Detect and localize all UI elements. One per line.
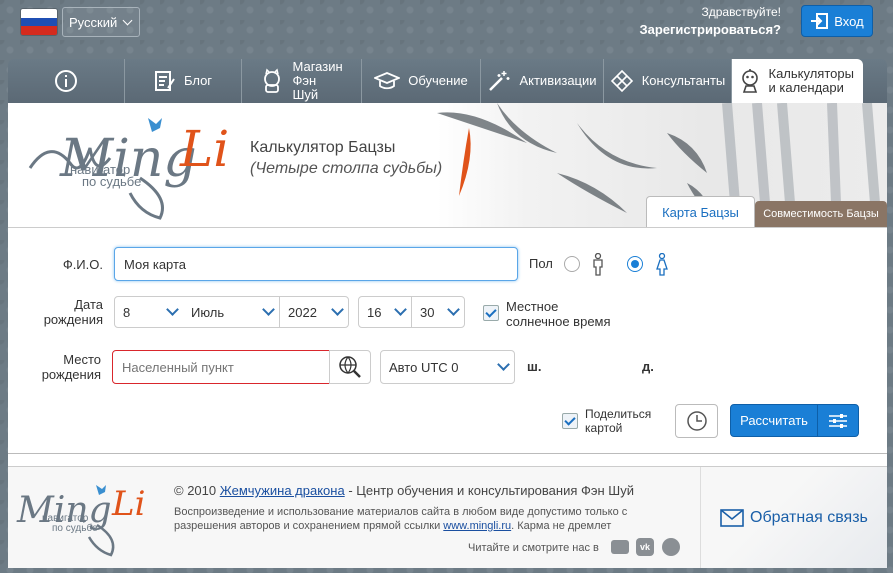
chevron-down-icon bbox=[394, 303, 407, 316]
nav-item-activations[interactable]: Активизации bbox=[481, 59, 604, 103]
language-switcher[interactable]: Русский bbox=[20, 7, 140, 37]
greeting: Здравствуйте! Зарегистрироваться? bbox=[639, 5, 781, 37]
svg-text:Li: Li bbox=[179, 120, 229, 178]
calculate-button[interactable]: Рассчитать bbox=[730, 404, 859, 437]
timezone-select[interactable]: Авто UTC 0 bbox=[380, 350, 515, 384]
youtube-icon[interactable] bbox=[611, 540, 629, 554]
page-subtitle: (Четыре столпа судьбы) bbox=[250, 160, 443, 177]
mingli-logo[interactable]: Ming Li навигатор по судьбе bbox=[20, 108, 240, 220]
nav-label-consultants: Консультанты bbox=[641, 73, 726, 88]
birth-place-input[interactable] bbox=[112, 350, 330, 384]
chevron-down-icon bbox=[447, 303, 460, 316]
login-label: Вход bbox=[834, 13, 864, 29]
nav-item-education[interactable]: Обучение bbox=[362, 59, 481, 103]
hour-select[interactable]: 16 bbox=[358, 296, 412, 328]
minute-select[interactable]: 30 bbox=[411, 296, 465, 328]
chevron-down-icon bbox=[122, 15, 133, 25]
brush-stroke-icon bbox=[459, 128, 471, 196]
footer-logo[interactable]: Ming Li навигатор по судьбе bbox=[12, 477, 162, 557]
graduation-cap-icon bbox=[374, 72, 401, 90]
nav-item-shop[interactable]: Магазин Фэн Шуй bbox=[242, 59, 362, 103]
language-select[interactable]: Русский bbox=[62, 7, 140, 37]
vk-icon[interactable]: vk bbox=[636, 538, 654, 556]
envelope-icon bbox=[720, 509, 744, 527]
nav-label-education: Обучение bbox=[408, 73, 468, 88]
magic-wand-icon bbox=[489, 71, 510, 91]
month-value: Июль bbox=[191, 304, 225, 320]
nav-item-calculators[interactable]: Калькуляторы и календари bbox=[732, 59, 863, 103]
gender-label: Пол bbox=[529, 256, 553, 271]
settings-sliders-icon[interactable] bbox=[828, 413, 848, 429]
calculate-label: Рассчитать bbox=[740, 413, 808, 428]
knot-icon bbox=[610, 69, 633, 93]
day-value: 8 bbox=[123, 304, 131, 320]
gender-male-radio[interactable] bbox=[564, 256, 580, 272]
tab-bazi-chart[interactable]: Карта Бацзы bbox=[646, 196, 755, 227]
chevron-down-icon bbox=[497, 358, 510, 371]
nav-item-info[interactable] bbox=[8, 59, 125, 103]
footer-notice: Воспроизведение и использование материал… bbox=[174, 505, 654, 533]
copyright: © 2010 bbox=[174, 483, 217, 498]
info-icon bbox=[55, 70, 77, 92]
solar-time-label: Местное солнечное время bbox=[506, 299, 611, 329]
chevron-down-icon bbox=[331, 303, 344, 316]
nav-item-consultants[interactable]: Консультанты bbox=[604, 59, 732, 103]
login-icon bbox=[811, 13, 829, 29]
divider bbox=[8, 453, 887, 454]
latitude-label: ш. bbox=[527, 359, 542, 374]
cat-icon bbox=[263, 68, 280, 93]
dragon-pearl-link[interactable]: Жемчужина дракона bbox=[220, 483, 345, 498]
month-select[interactable]: Июль bbox=[183, 296, 280, 328]
nav-label-calculators: Калькуляторы и календари bbox=[768, 66, 854, 95]
chevron-down-icon bbox=[166, 303, 179, 316]
year-value: 2022 bbox=[288, 304, 317, 320]
nav-label-blog: Блог bbox=[183, 73, 213, 88]
greeting-text: Здравствуйте! bbox=[701, 5, 781, 19]
gender-female-radio[interactable] bbox=[627, 256, 643, 272]
tab-bazi-compatibility[interactable]: Совместимость Бацзы bbox=[755, 201, 887, 227]
nav-label-shop: Магазин Фэн Шуй bbox=[292, 59, 343, 102]
time-button[interactable] bbox=[675, 404, 718, 438]
org-text: - Центр обучения и консультирования Фэн … bbox=[348, 483, 634, 498]
nav-item-blog[interactable]: Блог bbox=[125, 59, 242, 103]
telegram-icon[interactable] bbox=[662, 538, 680, 556]
page-title: Калькулятор Бацзы bbox=[250, 139, 396, 156]
male-icon bbox=[593, 253, 603, 276]
longitude-label: д. bbox=[642, 359, 654, 374]
hour-value: 16 bbox=[367, 304, 382, 320]
site-link[interactable]: www.mingli.ru bbox=[443, 520, 511, 532]
feedback-link[interactable]: Обратная связь bbox=[720, 509, 868, 527]
chevron-down-icon bbox=[262, 303, 275, 316]
female-icon bbox=[656, 253, 668, 276]
robot-icon bbox=[741, 69, 758, 93]
footer-copyright-line: © 2010 Жемчужина дракона - Центр обучени… bbox=[174, 483, 634, 498]
language-label: Русский bbox=[69, 14, 118, 30]
birth-place-label: Место рождения bbox=[41, 352, 101, 382]
minute-value: 30 bbox=[420, 304, 435, 320]
register-link[interactable]: Зарегистрироваться? bbox=[639, 22, 781, 37]
russia-flag-icon bbox=[20, 8, 58, 36]
main-nav: Блог Магазин Фэн Шуй Обучение Активизаци… bbox=[8, 59, 887, 103]
year-select[interactable]: 2022 bbox=[279, 296, 349, 328]
share-chart-label: Поделиться картой bbox=[585, 407, 652, 435]
solar-time-checkbox[interactable] bbox=[483, 305, 499, 321]
svg-text:по судьбе: по судьбе bbox=[52, 522, 98, 534]
login-button[interactable]: Вход bbox=[801, 5, 873, 37]
svg-text:по судьбе: по судьбе bbox=[82, 174, 141, 189]
clock-icon bbox=[686, 411, 707, 431]
share-chart-checkbox[interactable] bbox=[562, 413, 578, 429]
name-input[interactable]: Моя карта bbox=[114, 247, 518, 281]
birth-date-label: Дата рождения bbox=[43, 297, 103, 327]
social-label: Читайте и смотрите нас в bbox=[468, 542, 599, 554]
globe-search-button[interactable] bbox=[329, 350, 371, 384]
name-label: Ф.И.О. bbox=[62, 257, 103, 272]
karma-text: . Карма не дремлет bbox=[511, 520, 612, 532]
blog-icon bbox=[154, 71, 175, 91]
day-select[interactable]: 8 bbox=[114, 296, 184, 328]
feedback-label: Обратная связь bbox=[750, 509, 868, 526]
globe-search-icon bbox=[339, 356, 361, 378]
timezone-value: Авто UTC 0 bbox=[389, 359, 459, 375]
nav-label-activations: Активизации bbox=[519, 73, 597, 88]
svg-text:Li: Li bbox=[111, 484, 145, 524]
